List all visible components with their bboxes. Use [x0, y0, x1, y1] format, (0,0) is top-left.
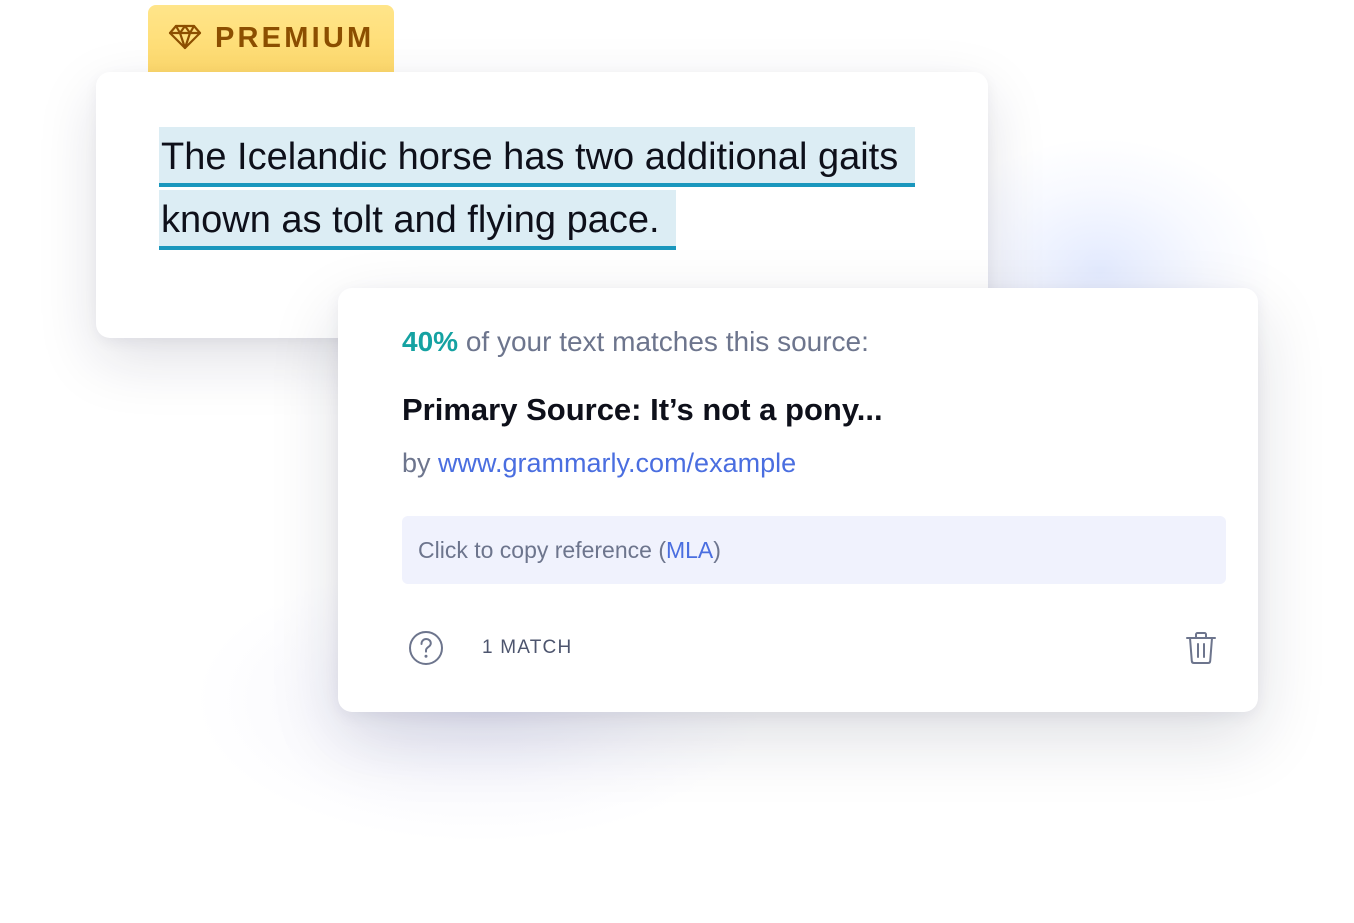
question-circle-icon[interactable] [408, 630, 444, 666]
source-title: Primary Source: It’s not a pony... [402, 392, 883, 427]
plagiarism-source-card: 40% of your text matches this source: Pr… [338, 288, 1258, 712]
source-link[interactable]: www.grammarly.com/example [438, 448, 796, 478]
source-by-prefix: by [402, 448, 439, 478]
highlighted-text-line[interactable]: The Icelandic horse has two additional g… [159, 127, 915, 187]
match-count: 1 MATCH [482, 637, 573, 658]
match-percent: 40% [402, 326, 459, 357]
source-attribution: by www.grammarly.com/example [402, 448, 796, 479]
diamond-icon [168, 24, 202, 50]
copy-reference-suffix: ) [713, 537, 721, 563]
match-summary: 40% of your text matches this source: [402, 326, 869, 358]
highlighted-text-line[interactable]: known as tolt and flying pace. [159, 190, 676, 250]
premium-badge: PREMIUM [148, 5, 394, 77]
trash-icon[interactable] [1184, 630, 1218, 666]
copy-reference-prefix: Click to copy reference ( [418, 537, 666, 563]
copy-reference-button[interactable]: Click to copy reference (MLA) [402, 516, 1226, 584]
citation-style-label: MLA [665, 537, 714, 563]
premium-label: PREMIUM [215, 22, 375, 54]
match-summary-text: of your text matches this source: [458, 326, 869, 357]
